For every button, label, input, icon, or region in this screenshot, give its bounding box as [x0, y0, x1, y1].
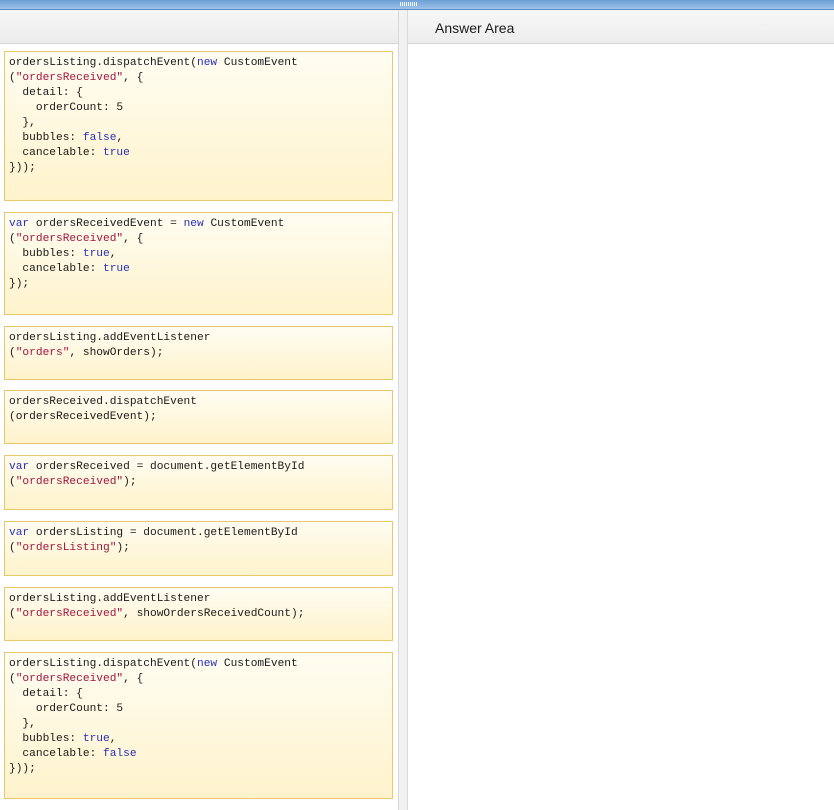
code-text: , { — [123, 72, 144, 84]
code-snippet-text: ordersListing.dispatchEvent(new CustomEv… — [9, 657, 392, 777]
code-string: "ordersReceived" — [15, 233, 124, 245]
answer-area-header: Answer Area — [408, 10, 834, 44]
code-snippet-text: ordersReceived.dispatchEvent (ordersRece… — [9, 395, 392, 425]
code-text: ( — [9, 233, 16, 245]
code-text: ( — [9, 673, 16, 685]
code-text: , { — [123, 233, 144, 245]
code-text: ( — [9, 608, 16, 620]
code-text: CustomEvent — [217, 658, 298, 670]
code-text: cancelable: — [9, 147, 103, 159]
pane-divider[interactable] — [398, 10, 408, 810]
code-text: ordersListing.addEventListener — [9, 593, 211, 605]
code-keyword: new — [183, 218, 204, 230]
code-snippet-text: ordersListing.addEventListener ("orders"… — [9, 331, 392, 361]
code-keyword: true — [103, 263, 130, 275]
code-snippet-card[interactable]: var ordersReceived = document.getElement… — [4, 455, 393, 510]
code-text: detail: { — [9, 688, 83, 700]
splitter-grip-icon[interactable] — [400, 2, 418, 6]
code-string: "ordersReceived" — [15, 673, 124, 685]
code-keyword: false — [103, 748, 137, 760]
code-text: , showOrdersReceivedCount); — [123, 608, 305, 620]
code-text: detail: { — [9, 87, 83, 99]
code-keyword: true — [103, 147, 130, 159]
code-snippet-text: ordersListing.dispatchEvent(new CustomEv… — [9, 56, 392, 176]
code-snippet-card[interactable]: var ordersReceivedEvent = new CustomEven… — [4, 212, 393, 315]
code-snippet-card[interactable]: ordersReceived.dispatchEvent (ordersRece… — [4, 390, 393, 444]
answer-area-title: Answer Area — [435, 20, 515, 36]
code-text: cancelable: — [9, 748, 103, 760]
code-text: ( — [9, 476, 16, 488]
code-text: orderCount: 5 — [9, 703, 124, 715]
code-text: ordersListing.dispatchEvent( — [9, 57, 197, 69]
code-string: "ordersReceived" — [15, 72, 124, 84]
code-string: "ordersReceived" — [15, 608, 124, 620]
code-text: CustomEvent — [217, 57, 298, 69]
window-top-strip — [0, 0, 834, 10]
code-snippet-text: ordersListing.addEventListener ("ordersR… — [9, 592, 392, 622]
code-snippet-card[interactable]: ordersListing.dispatchEvent(new CustomEv… — [4, 652, 393, 799]
code-text: ordersReceived = document.getElementById — [29, 461, 305, 473]
code-string: "orders" — [15, 347, 70, 359]
code-text: ( — [9, 347, 16, 359]
code-text: , { — [123, 673, 144, 685]
code-text: bubbles: — [9, 248, 83, 260]
code-keyword: true — [82, 248, 110, 260]
code-text: }); — [9, 278, 30, 290]
code-text: ordersListing.addEventListener — [9, 332, 211, 344]
code-text: ordersReceived.dispatchEvent — [9, 396, 197, 408]
code-text: bubbles: — [9, 132, 83, 144]
snippet-pane-header — [0, 10, 398, 44]
code-snippet-card[interactable]: ordersListing.dispatchEvent(new CustomEv… — [4, 51, 393, 201]
code-text: ( — [9, 542, 16, 554]
code-keyword: var — [9, 461, 30, 473]
code-keyword: new — [196, 57, 218, 69]
code-text: }, — [9, 117, 36, 129]
code-text: , — [109, 733, 117, 745]
code-snippet-card[interactable]: ordersListing.addEventListener ("ordersR… — [4, 587, 393, 641]
code-snippet-pane: ordersListing.dispatchEvent(new CustomEv… — [0, 10, 398, 810]
code-text: orderCount: 5 — [9, 102, 124, 114]
code-keyword: true — [82, 733, 110, 745]
code-text: , — [116, 132, 124, 144]
code-keyword: false — [82, 132, 117, 144]
code-keyword: var — [9, 218, 30, 230]
code-string: "ordersReceived" — [15, 476, 124, 488]
code-text: (ordersReceivedEvent); — [9, 411, 157, 423]
code-text: }, — [9, 718, 36, 730]
code-text: })); — [9, 162, 36, 174]
code-text: ordersReceivedEvent = — [29, 218, 184, 230]
code-text: cancelable: — [9, 263, 103, 275]
code-text: ); — [123, 476, 137, 488]
code-text: ( — [9, 72, 16, 84]
code-text: ordersListing = document.getElementById — [29, 527, 298, 539]
code-text: ); — [116, 542, 130, 554]
code-snippet-card[interactable]: ordersListing.addEventListener ("orders"… — [4, 326, 393, 380]
code-keyword: var — [9, 527, 30, 539]
code-text: bubbles: — [9, 733, 83, 745]
code-text: ordersListing.dispatchEvent( — [9, 658, 197, 670]
code-snippet-text: var ordersReceivedEvent = new CustomEven… — [9, 217, 392, 292]
code-text: })); — [9, 763, 36, 775]
code-text: , — [109, 248, 117, 260]
code-snippet-card[interactable]: var ordersListing = document.getElementB… — [4, 521, 393, 576]
code-string: "ordersListing" — [15, 542, 117, 554]
code-text: CustomEvent — [203, 218, 285, 230]
code-snippet-text: var ordersListing = document.getElementB… — [9, 526, 392, 556]
code-snippet-text: var ordersReceived = document.getElement… — [9, 460, 392, 490]
code-text: , showOrders); — [69, 347, 164, 359]
code-keyword: new — [196, 658, 218, 670]
answer-area-pane[interactable]: Answer Area — [408, 10, 834, 810]
